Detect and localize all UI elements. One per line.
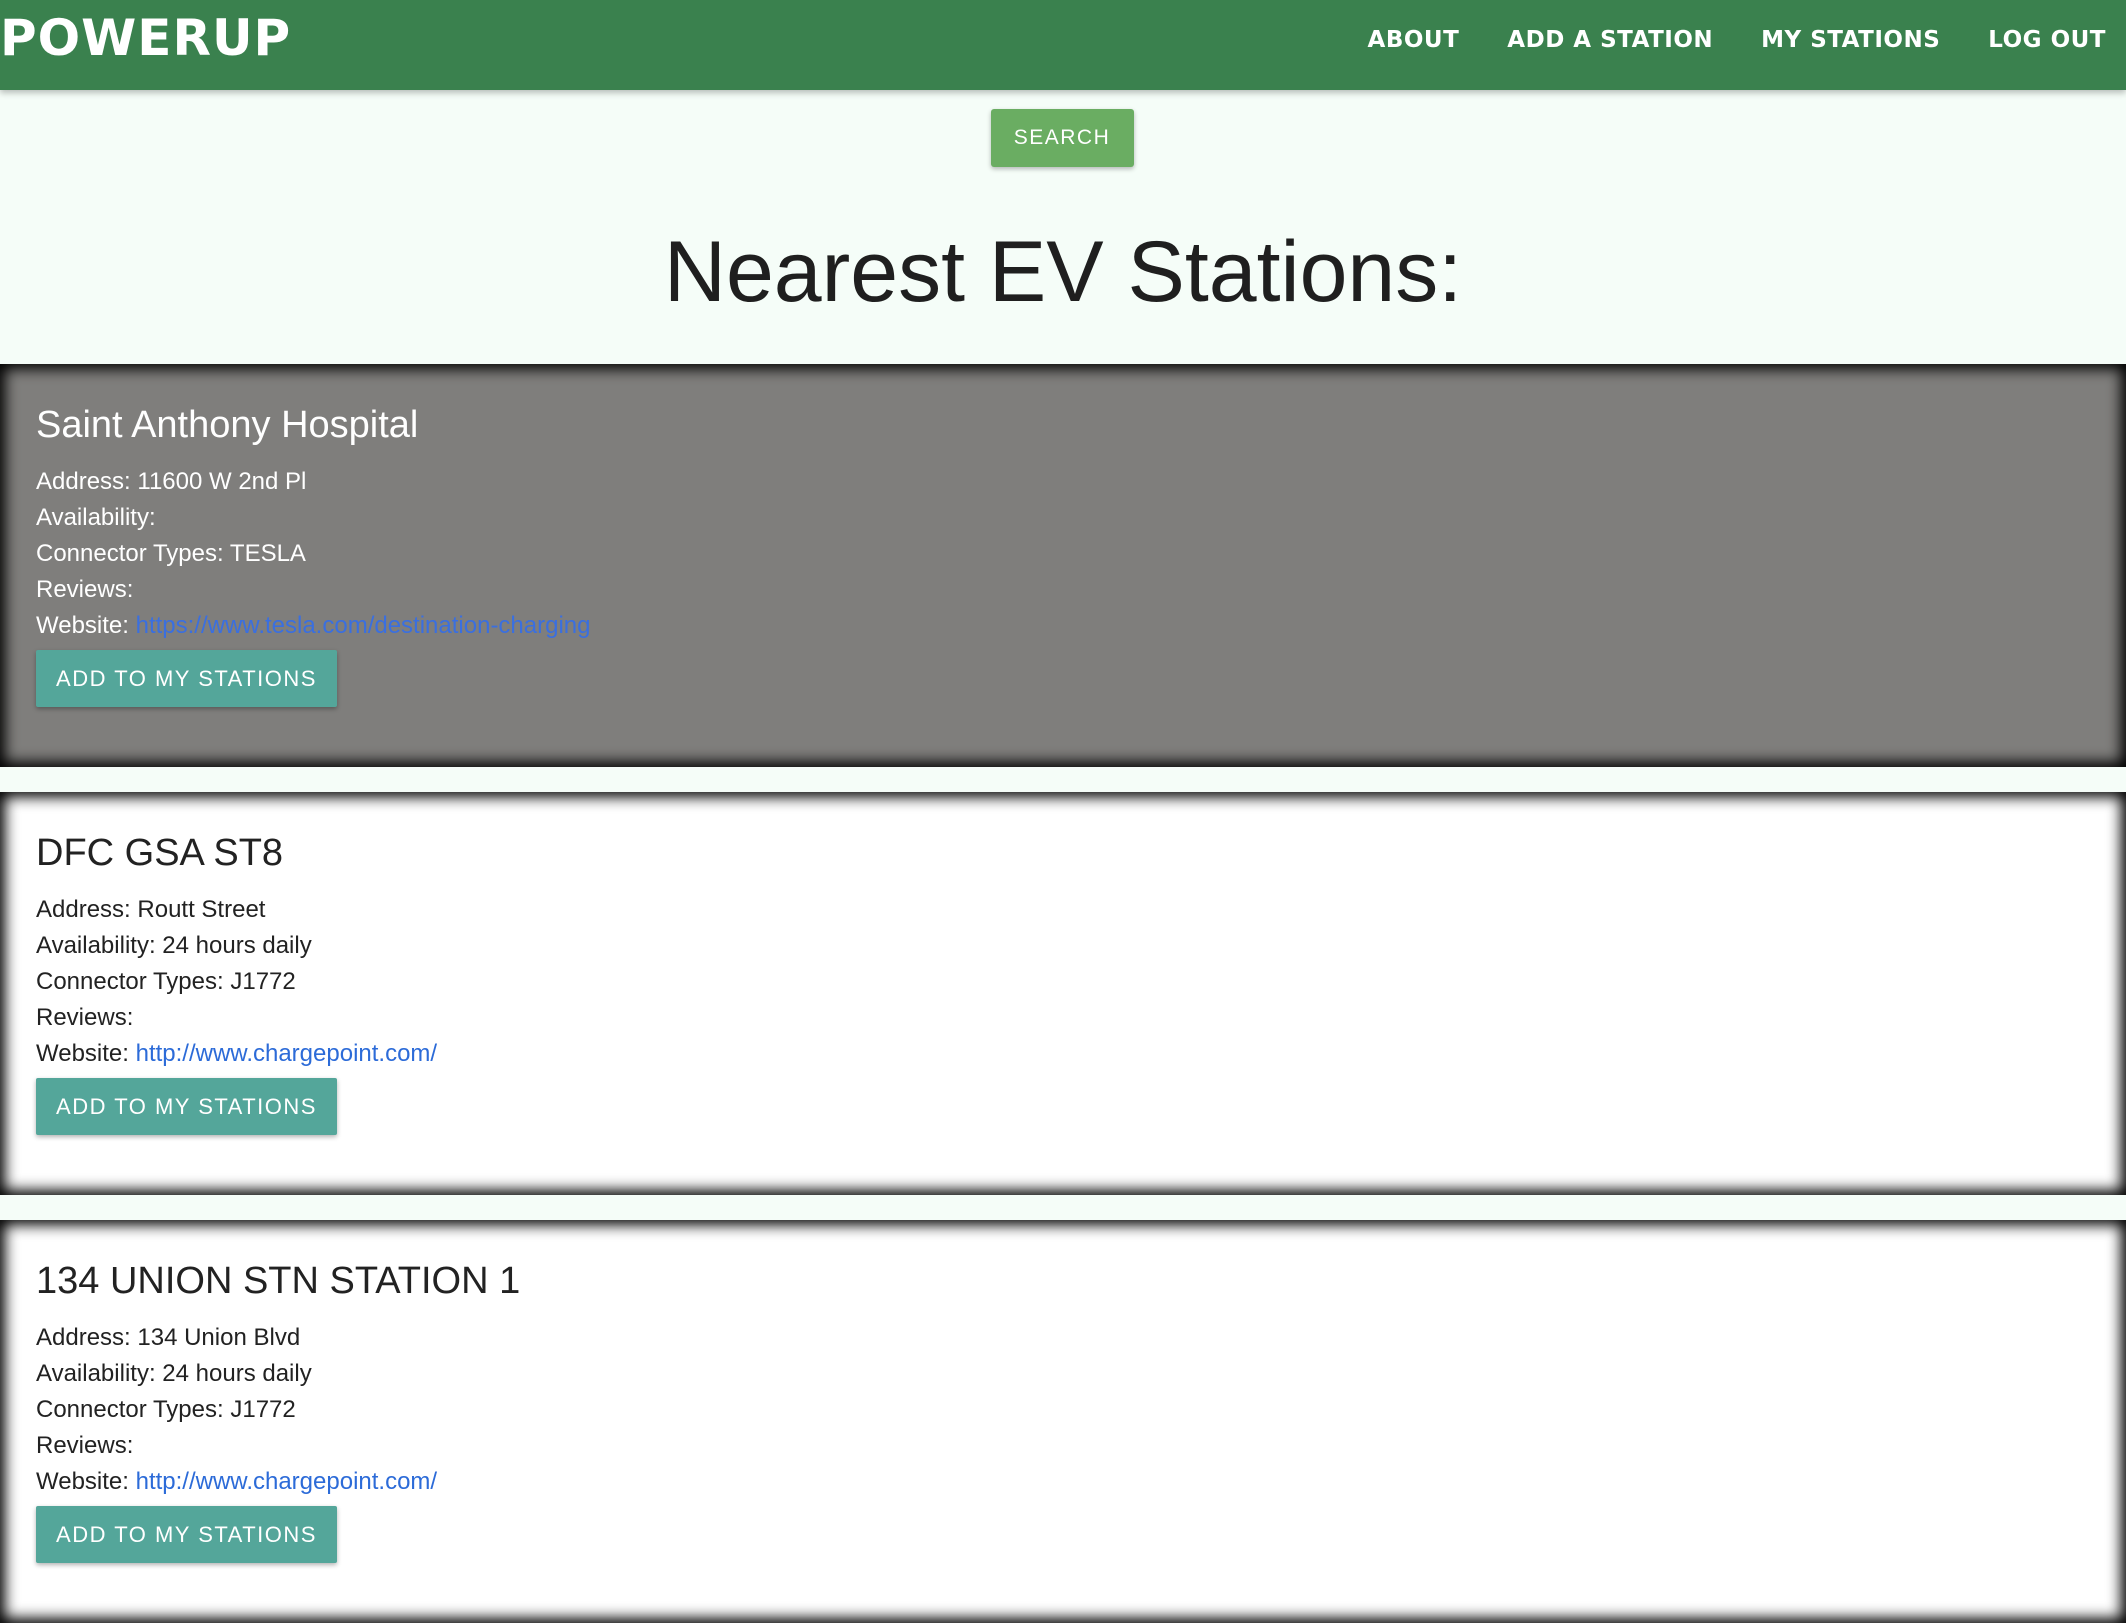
station-availability: Availability: <box>36 500 591 536</box>
website-link[interactable]: http://www.chargepoint.com/ <box>136 1468 437 1495</box>
add-to-my-stations-button[interactable]: ADD TO MY STATIONS <box>36 1506 337 1563</box>
reviews-label: Reviews: <box>36 1004 134 1031</box>
station-website: Website: https://www.tesla.com/destinati… <box>36 608 591 644</box>
station-address: Address: Routt Street <box>36 892 437 928</box>
page-title: Nearest EV Stations: <box>663 224 1463 320</box>
connector-types-label: Connector Types: <box>36 1396 224 1423</box>
station-address: Address: 11600 W 2nd Pl <box>36 464 591 500</box>
website-link[interactable]: https://www.tesla.com/destination-chargi… <box>136 612 591 639</box>
availability-label: Availability: <box>36 1360 156 1387</box>
connector-types-label: Connector Types: <box>36 540 224 567</box>
station-reviews: Reviews: <box>36 572 591 608</box>
station-website: Website: http://www.chargepoint.com/ <box>36 1464 520 1500</box>
connector-types-label: Connector Types: <box>36 968 224 995</box>
station-name: Saint Anthony Hospital <box>36 404 419 446</box>
station-connector-types: Connector Types: J1772 <box>36 964 437 1000</box>
address-label: Address: <box>36 1324 131 1351</box>
station-website: Website: http://www.chargepoint.com/ <box>36 1036 437 1072</box>
station-reviews: Reviews: <box>36 1000 437 1036</box>
availability-value: 24 hours daily <box>162 932 312 959</box>
address-value: 134 Union Blvd <box>137 1324 301 1351</box>
station-card: Saint Anthony Hospital Address: 11600 W … <box>0 364 2126 767</box>
nav-link-my-stations[interactable]: MY STATIONS <box>1761 27 1940 53</box>
station-connector-types: Connector Types: TESLA <box>36 536 591 572</box>
search-button[interactable]: SEARCH <box>990 109 1134 167</box>
station-connector-types: Connector Types: J1772 <box>36 1392 520 1428</box>
connector-types-value: J1772 <box>230 968 296 995</box>
station-reviews: Reviews: <box>36 1428 520 1464</box>
station-address: Address: 134 Union Blvd <box>36 1320 520 1356</box>
add-to-my-stations-button[interactable]: ADD TO MY STATIONS <box>36 650 337 707</box>
availability-value: 24 hours daily <box>162 1360 312 1387</box>
nav-links: ABOUT ADD A STATION MY STATIONS LOG OUT <box>1320 0 2106 80</box>
availability-label: Availability: <box>36 504 156 531</box>
station-name: DFC GSA ST8 <box>36 832 284 874</box>
website-label: Website: <box>36 1040 129 1067</box>
reviews-label: Reviews: <box>36 576 134 603</box>
address-value: 11600 W 2nd Pl <box>137 468 307 495</box>
reviews-label: Reviews: <box>36 1432 134 1459</box>
connector-types-value: J1772 <box>230 1396 296 1423</box>
station-name: 134 UNION STN STATION 1 <box>36 1260 521 1302</box>
address-label: Address: <box>36 468 131 495</box>
navbar: POWERUP ABOUT ADD A STATION MY STATIONS … <box>0 0 2126 90</box>
station-card: DFC GSA ST8 Address: Routt Street Availa… <box>0 792 2126 1195</box>
nav-link-log-out[interactable]: LOG OUT <box>1988 27 2106 53</box>
brand-logo[interactable]: POWERUP <box>0 6 291 70</box>
website-label: Website: <box>36 612 129 639</box>
availability-label: Availability: <box>36 932 156 959</box>
website-link[interactable]: http://www.chargepoint.com/ <box>136 1040 437 1067</box>
connector-types-value: TESLA <box>229 540 306 567</box>
station-card: 134 UNION STN STATION 1 Address: 134 Uni… <box>0 1220 2126 1623</box>
address-label: Address: <box>36 896 131 923</box>
station-availability: Availability: 24 hours daily <box>36 1356 520 1392</box>
address-value: Routt Street <box>137 896 266 923</box>
add-to-my-stations-button[interactable]: ADD TO MY STATIONS <box>36 1078 337 1135</box>
search-container: SEARCH <box>0 109 2126 167</box>
nav-link-about[interactable]: ABOUT <box>1368 27 1460 53</box>
website-label: Website: <box>36 1468 129 1495</box>
nav-link-add-a-station[interactable]: ADD A STATION <box>1507 27 1713 53</box>
station-availability: Availability: 24 hours daily <box>36 928 437 964</box>
